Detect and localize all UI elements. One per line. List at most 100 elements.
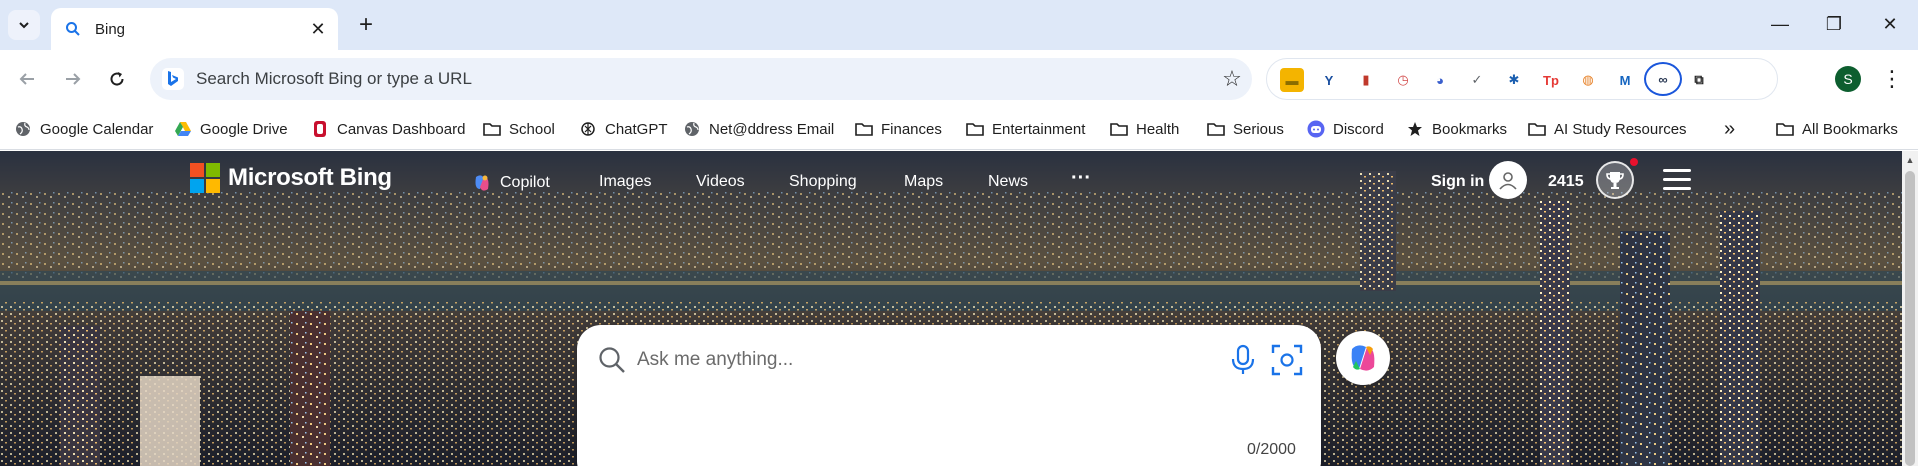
minimize-button[interactable]: — bbox=[1754, 0, 1806, 48]
copilot-button[interactable] bbox=[1336, 331, 1390, 385]
search-icon bbox=[599, 347, 625, 373]
page-scrollbar[interactable]: ▲ bbox=[1902, 151, 1918, 466]
nav-images[interactable]: Images bbox=[599, 173, 651, 191]
bookmark-label: Serious bbox=[1233, 120, 1284, 138]
bookmark-entertainment[interactable]: Entertainment bbox=[966, 116, 1085, 142]
folder-icon bbox=[855, 120, 873, 138]
visual-search-icon[interactable] bbox=[1270, 343, 1304, 377]
notification-dot bbox=[1630, 158, 1638, 166]
bookmark-label: School bbox=[509, 120, 555, 138]
star-icon bbox=[1406, 120, 1424, 138]
sign-in-link[interactable]: Sign in bbox=[1431, 173, 1484, 191]
bookmark-label: Entertainment bbox=[992, 120, 1086, 138]
folder-icon bbox=[1110, 120, 1128, 138]
forward-button[interactable] bbox=[56, 62, 90, 96]
close-window-button[interactable]: ✕ bbox=[1864, 0, 1916, 48]
nav-images-label: Images bbox=[599, 173, 652, 190]
address-bar[interactable]: ☆ bbox=[150, 58, 1252, 100]
y-tree-icon[interactable]: Y bbox=[1317, 68, 1341, 92]
rewards-trophy-icon[interactable] bbox=[1596, 161, 1634, 199]
tab-close-icon[interactable]: ✕ bbox=[306, 17, 330, 41]
nav-shopping[interactable]: Shopping bbox=[789, 173, 857, 191]
extensions-bar: ▬ Y ▮ ◷ ◕ ✓ ✱ Tp ◍ M ∞ ⧉ bbox=[1266, 58, 1778, 100]
bookmark-canvas-dashboard[interactable]: Canvas Dashboard bbox=[311, 116, 465, 142]
reload-button[interactable] bbox=[100, 62, 134, 96]
globe-icon bbox=[14, 120, 32, 138]
user-avatar-icon[interactable] bbox=[1489, 161, 1527, 199]
red-book-icon[interactable]: ▮ bbox=[1354, 68, 1378, 92]
bookmark-health[interactable]: Health bbox=[1110, 116, 1179, 142]
bookmark-discord[interactable]: Discord bbox=[1307, 116, 1384, 142]
fox-icon[interactable]: ◍ bbox=[1576, 68, 1600, 92]
microphone-icon[interactable] bbox=[1228, 343, 1258, 377]
scrollbar-thumb[interactable] bbox=[1905, 171, 1915, 466]
bing-logo-text: Microsoft Bing bbox=[228, 164, 392, 191]
back-button[interactable] bbox=[10, 62, 44, 96]
tp-icon[interactable]: Tp bbox=[1539, 68, 1563, 92]
folder-icon bbox=[1207, 120, 1225, 138]
soccer-icon[interactable]: ✱ bbox=[1502, 68, 1526, 92]
nav-videos-label: Videos bbox=[696, 173, 745, 190]
browser-toolbar: ☆ ▬ Y ▮ ◷ ◕ ✓ ✱ Tp ◍ M ∞⧉ S ⋮ bbox=[0, 50, 1918, 108]
nav-news[interactable]: News bbox=[988, 173, 1028, 191]
all-bookmarks-label: All Bookmarks bbox=[1802, 120, 1898, 138]
search-favicon-icon bbox=[66, 22, 80, 36]
puzzle-icon[interactable]: ⧉ bbox=[1687, 68, 1711, 92]
nav-copilot[interactable]: Copilot bbox=[472, 173, 550, 193]
arrow-right-icon bbox=[66, 73, 81, 85]
char-counter: 0/2000 bbox=[1247, 441, 1296, 458]
bing-homepage: Microsoft Bing Copilot Images Videos Sho… bbox=[0, 151, 1918, 466]
bing-logo[interactable]: Microsoft Bing bbox=[190, 163, 392, 193]
m-logo-icon[interactable]: M bbox=[1613, 68, 1637, 92]
bookmark-bookmarks[interactable]: Bookmarks bbox=[1406, 116, 1507, 142]
bookmark-serious[interactable]: Serious bbox=[1207, 116, 1284, 142]
tab-title: Bing bbox=[95, 20, 126, 38]
restore-button[interactable]: ❐ bbox=[1808, 0, 1860, 48]
chevron-double-right-icon: » bbox=[1724, 117, 1736, 140]
menu-hamburger-icon[interactable] bbox=[1663, 169, 1691, 191]
microsoft-logo-icon bbox=[190, 163, 220, 193]
folder-icon bbox=[1528, 120, 1546, 138]
reload-icon bbox=[110, 72, 124, 86]
bookmark-label: Bookmarks bbox=[1432, 120, 1508, 138]
tab-bing[interactable]: Bing ✕ bbox=[51, 8, 338, 50]
new-tab-button[interactable]: + bbox=[351, 10, 381, 40]
clock-icon[interactable]: ◷ bbox=[1391, 68, 1415, 92]
bookmark-google-calendar[interactable]: Google Calendar bbox=[14, 116, 153, 142]
chevron-down-icon bbox=[19, 22, 29, 29]
discord-icon bbox=[1307, 120, 1325, 138]
tab-search-button[interactable] bbox=[8, 10, 40, 40]
check-circle-icon[interactable]: ✓ bbox=[1465, 68, 1489, 92]
bookmark-net-ddress-email[interactable]: Net@ddress Email bbox=[683, 116, 834, 142]
folder-icon bbox=[483, 120, 501, 138]
bookmark-finances[interactable]: Finances bbox=[855, 116, 942, 142]
nav-more-button[interactable]: ··· bbox=[1071, 167, 1091, 190]
tab-strip: Bing ✕ + — ❐ ✕ bbox=[0, 0, 1918, 50]
copilot-search-box bbox=[577, 325, 1321, 466]
pie-icon[interactable]: ◕ bbox=[1428, 68, 1452, 92]
bookmark-label: Discord bbox=[1333, 120, 1384, 138]
nav-maps[interactable]: Maps bbox=[904, 173, 943, 191]
profile-avatar[interactable]: S bbox=[1835, 66, 1861, 92]
browser-menu-icon[interactable]: ⋮ bbox=[1880, 64, 1904, 94]
bookmarks-bar: » All Bookmarks Google Calendar Google Dr… bbox=[0, 108, 1918, 150]
rewards-points[interactable]: 2415 bbox=[1548, 173, 1584, 191]
copilot-logo-icon bbox=[1351, 345, 1375, 371]
sticky-note-icon[interactable]: ▬ bbox=[1280, 68, 1304, 92]
bookmark-label: Health bbox=[1136, 120, 1180, 138]
circled-glasses-icon[interactable]: ∞ bbox=[1644, 62, 1682, 96]
bookmark-label: Google Calendar bbox=[40, 120, 154, 138]
bookmark-ai-study-resources[interactable]: AI Study Resources bbox=[1528, 116, 1687, 142]
bookmark-google-drive[interactable]: Google Drive bbox=[174, 116, 288, 142]
arrow-left-icon bbox=[19, 73, 34, 85]
address-input[interactable] bbox=[196, 69, 1212, 89]
bookmarks-overflow-button[interactable]: » bbox=[1724, 116, 1735, 142]
scroll-up-arrow-icon[interactable]: ▲ bbox=[1905, 155, 1915, 165]
nav-videos[interactable]: Videos bbox=[696, 173, 745, 191]
all-bookmarks-button[interactable]: All Bookmarks bbox=[1776, 116, 1898, 142]
bookmark-label: Net@ddress Email bbox=[709, 120, 835, 138]
bookmark-star-icon[interactable]: ☆ bbox=[1212, 59, 1252, 99]
bookmark-chatgpt[interactable]: ChatGPT bbox=[579, 116, 668, 142]
search-input[interactable] bbox=[637, 343, 1177, 377]
bookmark-school[interactable]: School bbox=[483, 116, 555, 142]
